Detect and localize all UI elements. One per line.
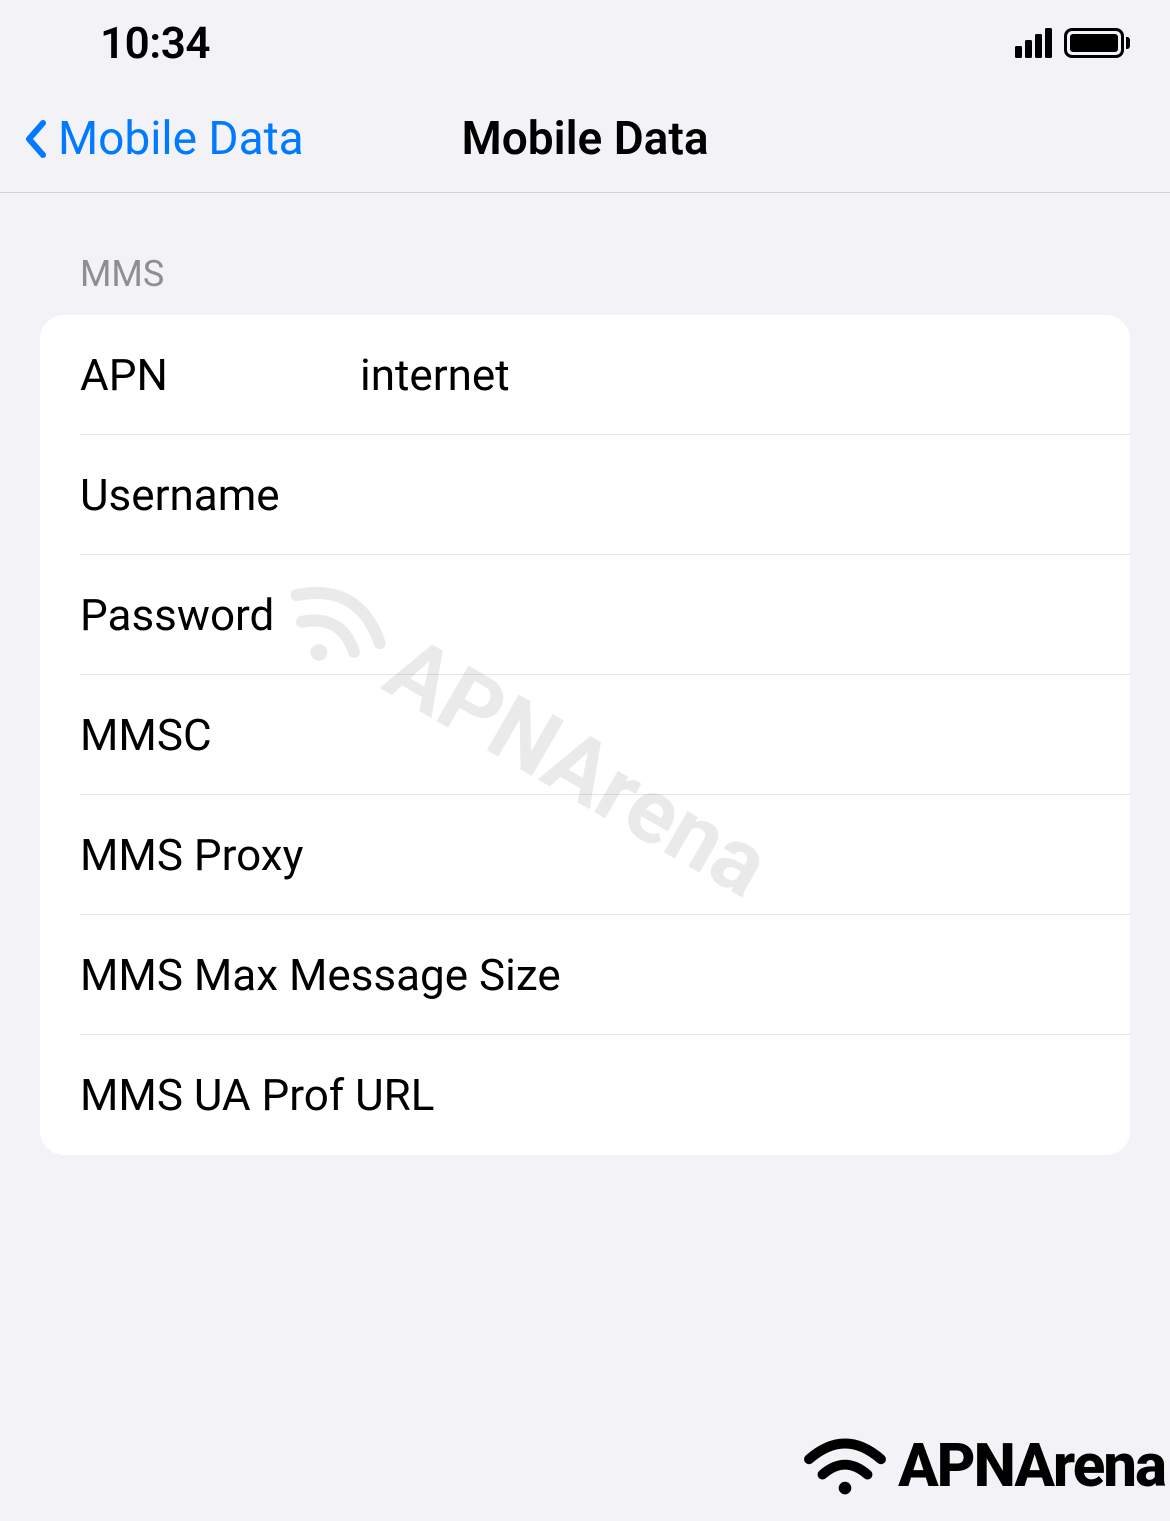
apn-row[interactable]: APN	[40, 315, 1130, 435]
content-area: MMS APN Username Password MMSC MMS Proxy…	[0, 193, 1170, 1155]
page-title: Mobile Data	[461, 112, 708, 166]
mms-max-size-row[interactable]: MMS Max Message Size	[40, 915, 1130, 1035]
mms-ua-prof-input[interactable]	[434, 1069, 1130, 1121]
back-button[interactable]: Mobile Data	[0, 112, 304, 166]
mmsc-input[interactable]	[360, 709, 1130, 761]
status-time: 10:34	[100, 17, 210, 69]
username-input[interactable]	[360, 469, 1130, 521]
apn-label: APN	[80, 349, 360, 401]
status-right	[1015, 28, 1130, 58]
mms-ua-prof-row[interactable]: MMS UA Prof URL	[40, 1035, 1130, 1155]
battery-icon	[1064, 28, 1130, 58]
username-label: Username	[80, 469, 360, 521]
mmsc-row[interactable]: MMSC	[40, 675, 1130, 795]
status-bar: 10:34	[0, 0, 1170, 85]
mms-proxy-input[interactable]	[303, 829, 1130, 881]
cellular-signal-icon	[1015, 28, 1052, 58]
mms-settings-group: APN Username Password MMSC MMS Proxy MMS…	[40, 315, 1130, 1155]
password-row[interactable]: Password	[40, 555, 1130, 675]
wifi-icon	[800, 1431, 890, 1501]
mmsc-label: MMSC	[80, 709, 360, 761]
password-label: Password	[80, 589, 360, 641]
apn-input[interactable]	[360, 349, 1130, 401]
section-header-mms: MMS	[40, 253, 1130, 295]
navigation-bar: Mobile Data Mobile Data	[0, 85, 1170, 193]
mms-max-size-input[interactable]	[561, 949, 1130, 1001]
password-input[interactable]	[360, 589, 1130, 641]
mms-proxy-row[interactable]: MMS Proxy	[40, 795, 1130, 915]
username-row[interactable]: Username	[40, 435, 1130, 555]
back-label: Mobile Data	[58, 112, 304, 166]
footer-brand-text: APNArena	[898, 1430, 1165, 1501]
chevron-left-icon	[20, 119, 50, 159]
footer-brand: APNArena	[800, 1430, 1170, 1501]
mms-ua-prof-label: MMS UA Prof URL	[80, 1069, 434, 1121]
mms-max-size-label: MMS Max Message Size	[80, 949, 561, 1001]
mms-proxy-label: MMS Proxy	[80, 829, 303, 881]
